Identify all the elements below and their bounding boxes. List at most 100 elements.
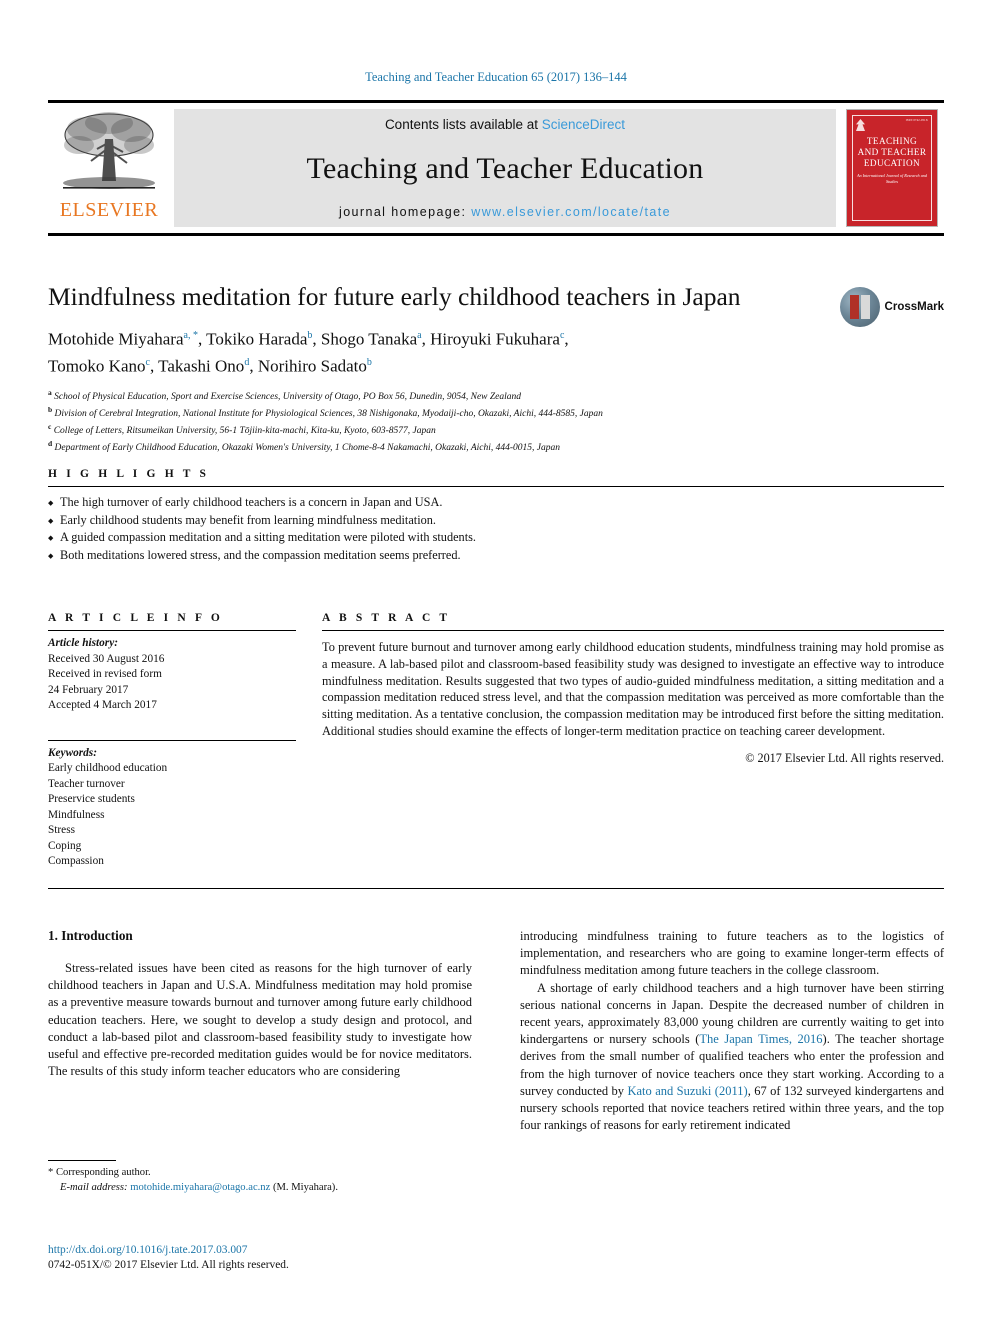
author-affil-marks: a, * (183, 330, 198, 341)
article-history-item: 24 February 2017 (48, 683, 129, 696)
highlights-section: H I G H L I G H T S The high turnover of… (48, 468, 944, 565)
cover-issn: ISSN 0742-051X (905, 119, 928, 122)
intro-paragraph-right-2: A shortage of early childhood teachers a… (520, 980, 944, 1135)
cover-title-line1: TEACHING (866, 136, 918, 146)
affiliation-text: College of Letters, Ritsumeikan Universi… (53, 425, 436, 436)
article-history-item: Received 30 August 2016 (48, 652, 165, 665)
corresponding-author-label: Corresponding author. (55, 1167, 151, 1178)
keyword-item: Stress (48, 824, 75, 836)
corresponding-author-line: * Corresponding author. (48, 1166, 472, 1181)
keywords-label: Keywords: (48, 746, 97, 759)
body-column-left: 1. Introduction Stress-related issues ha… (48, 928, 472, 1134)
author-affil-marks: d (244, 356, 250, 368)
doi-link[interactable]: http://dx.doi.org/10.1016/j.tate.2017.03… (48, 1243, 548, 1258)
running-head: Teaching and Teacher Education 65 (2017)… (0, 70, 992, 85)
affiliation-list: a School of Physical Education, Sport an… (48, 387, 944, 454)
elsevier-wordmark: ELSEVIER (59, 199, 159, 221)
title-block: CrossMark Mindfulness meditation for fut… (48, 282, 944, 454)
citation-link-japan-times[interactable]: The Japan Times, 2016 (699, 1032, 822, 1046)
contents-list-line: Contents lists available at ScienceDirec… (385, 117, 625, 132)
journal-title: Teaching and Teacher Education (306, 151, 704, 185)
body-columns: 1. Introduction Stress-related issues ha… (48, 928, 944, 1134)
keyword-item: Early childhood education (48, 762, 168, 774)
abstract-heading: A B S T R A C T (322, 612, 451, 624)
email-link[interactable]: motohide.miyahara@otago.ac.nz (130, 1182, 270, 1193)
body-column-right: introducing mindfulness training to futu… (520, 928, 944, 1134)
cover-title: TEACHING AND TEACHER EDUCATION (858, 136, 927, 169)
keyword-item: Compassion (48, 855, 104, 867)
keyword-item: Mindfulness (48, 808, 105, 821)
author-name[interactable]: Hiroyuki Fukuhara (430, 330, 560, 349)
sciencedirect-link[interactable]: ScienceDirect (542, 117, 625, 132)
highlights-divider (48, 486, 944, 487)
intro-paragraph-right-1: introducing mindfulness training to futu… (520, 929, 944, 978)
contents-prefix: Contents lists available at (384, 117, 542, 132)
keyword-item: Teacher turnover (48, 777, 125, 790)
email-suffix: (M. Miyahara). (272, 1181, 338, 1193)
highlight-item: A guided compassion meditation and a sit… (48, 529, 944, 547)
author-affil-marks: a (417, 330, 422, 341)
keyword-item: Preservice students (48, 793, 135, 805)
author-name[interactable]: Tomoko Kano (48, 356, 146, 375)
affiliation-item: a School of Physical Education, Sport an… (48, 387, 944, 404)
intro-paragraph-left: Stress-related issues have been cited as… (48, 961, 472, 1079)
highlight-item: The high turnover of early childhood tea… (48, 494, 944, 512)
keyword-item: Coping (48, 839, 82, 852)
author-name[interactable]: Shogo Tanaka (321, 330, 417, 349)
highlight-item: Early childhood students may benefit fro… (48, 512, 944, 530)
affiliation-text: Department of Early Childhood Education,… (54, 442, 561, 453)
journal-homepage-line: journal homepage: www.elsevier.com/locat… (339, 205, 671, 219)
affiliation-text: School of Physical Education, Sport and … (54, 392, 522, 403)
article-title: Mindfulness meditation for future early … (48, 282, 741, 311)
affiliation-text: Division of Cerebral Integration, Nation… (54, 409, 603, 420)
article-history-item: Accepted 4 March 2017 (48, 699, 157, 711)
author-name[interactable]: Takashi Ono (158, 356, 244, 375)
author-affil-marks: b (307, 330, 313, 341)
footnote-divider (48, 1160, 116, 1161)
affiliation-item: d Department of Early Childhood Educatio… (48, 438, 944, 455)
author-list: Motohide Miyaharaa, *, Tokiko Haradab, S… (48, 329, 569, 376)
masthead-center: Contents lists available at ScienceDirec… (174, 109, 836, 227)
affiliation-mark: c (48, 421, 52, 431)
affiliation-mark: a (48, 388, 52, 398)
highlight-item: Both meditations lowered stress, and the… (48, 547, 944, 565)
homepage-url-link[interactable]: www.elsevier.com/locate/tate (471, 205, 671, 219)
highlights-heading: H I G H L I G H T S (48, 468, 210, 480)
elsevier-logo: ELSEVIER (48, 103, 170, 233)
abstract-text: To prevent future burnout and turnover a… (322, 640, 944, 738)
keywords-divider (48, 739, 296, 741)
cover-subtitle: An International Journal of Research and… (857, 173, 927, 184)
abstract-section: A B S T R A C T To prevent future burnou… (322, 612, 944, 766)
running-head-text: Teaching and Teacher Education 65 (2017)… (365, 70, 627, 84)
citation-link-kato-suzuki[interactable]: Kato and Suzuki (2011) (627, 1084, 747, 1098)
author-name[interactable]: Norihiro Sadato (258, 356, 367, 375)
affiliation-mark: b (48, 405, 53, 415)
email-line: E-mail address: motohide.miyahara@otago.… (48, 1181, 472, 1196)
cover-title-line2: AND TEACHER (857, 147, 927, 157)
crossmark-badge[interactable]: CrossMark (840, 284, 944, 330)
crossmark-label: CrossMark (884, 301, 944, 313)
doi-block: http://dx.doi.org/10.1016/j.tate.2017.03… (48, 1243, 548, 1273)
cover-editor-list (853, 189, 931, 215)
email-label: E-mail address: (60, 1181, 128, 1193)
article-info-divider (48, 630, 296, 631)
abstract-divider (322, 630, 944, 631)
author-name[interactable]: Tokiko Harada (206, 330, 307, 349)
affiliation-item: b Division of Cerebral Integration, Nati… (48, 404, 944, 421)
article-info-heading: A R T I C L E I N F O (48, 612, 223, 624)
cover-title-line3: EDUCATION (863, 158, 921, 168)
highlights-list: The high turnover of early childhood tea… (48, 494, 944, 565)
homepage-prefix: journal homepage: (339, 205, 472, 219)
crossmark-icon (840, 287, 880, 327)
article-history-label: Article history: (48, 637, 118, 649)
abstract-bottom-divider (48, 888, 944, 889)
article-info-section: A R T I C L E I N F O Article history: R… (48, 612, 296, 870)
author-name[interactable]: Motohide Miyahara (48, 330, 184, 349)
affiliation-mark: d (48, 438, 53, 448)
journal-cover-art: ISSN 0742-051X TEACHING AND TEACHER EDUC… (846, 109, 938, 227)
issn-copyright-line: 0742-051X/© 2017 Elsevier Ltd. All right… (48, 1259, 289, 1271)
section-heading-introduction: 1. Introduction (48, 928, 133, 943)
journal-masthead: ELSEVIER Contents lists available at Sci… (48, 100, 944, 236)
author-affil-marks: c (559, 330, 565, 341)
abstract-copyright: © 2017 Elsevier Ltd. All rights reserved… (745, 750, 944, 765)
